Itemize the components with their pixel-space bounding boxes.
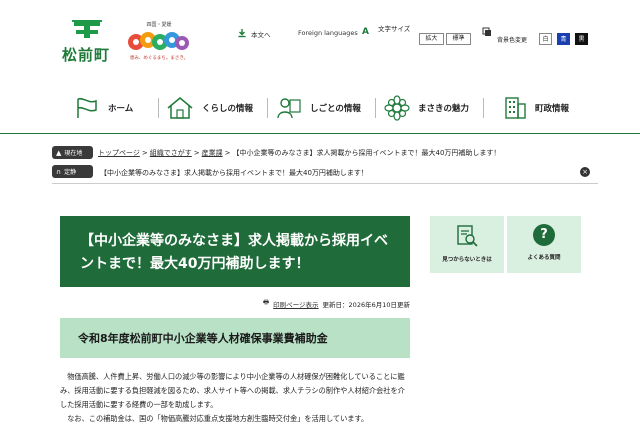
download-arrow-icon bbox=[238, 29, 246, 38]
flower-icon bbox=[384, 95, 410, 121]
building-icon bbox=[505, 97, 526, 119]
breadcrumb: トップページ > 組織でさがす > 産業課 > 【中小企業等のみなさま】求人掲載から採用イベ… bbox=[98, 149, 501, 157]
pin-icon: ∩ bbox=[56, 167, 62, 176]
paragraph: なお、この補助金は、国の「物価高騰対応重点支援地方創生臨時交付金」を活用していま… bbox=[67, 414, 369, 423]
breadcrumb-industry[interactable]: 産業課 bbox=[202, 149, 223, 157]
skip-to-content-link[interactable]: 本文へ bbox=[251, 29, 271, 39]
breadcrumb-divider bbox=[52, 183, 598, 184]
nav-divider bbox=[483, 98, 484, 118]
nav-underline bbox=[0, 133, 640, 134]
fixed-breadcrumb-text: 【中小企業等のみなさま】求人掲載から採用イベントまで！最大40万円補助します！ bbox=[100, 169, 368, 177]
article-meta: 🖶 印刷ページ表示 更新日：2026年6月10日更新 bbox=[250, 298, 410, 309]
bg-white-button[interactable]: 白 bbox=[539, 33, 552, 45]
text-size-standard-button[interactable]: 標準 bbox=[446, 33, 471, 45]
nav-living-label: くらしの情報 bbox=[202, 104, 254, 114]
bg-black-button[interactable]: 黒 bbox=[575, 33, 588, 45]
town-logo-icon[interactable] bbox=[70, 18, 104, 40]
background-color-label: 背景色変更 bbox=[497, 37, 528, 44]
town-name[interactable]: 松前町 bbox=[62, 44, 110, 65]
not-found-label: 見つからないときは bbox=[442, 257, 492, 263]
nav-government-label: 町政情報 bbox=[535, 104, 570, 114]
flag-icon bbox=[77, 97, 97, 118]
nav-divider bbox=[158, 98, 159, 118]
worker-icon bbox=[277, 98, 301, 119]
printer-icon: 🖶 bbox=[263, 298, 270, 306]
faq-card[interactable]: ? よくある質問 bbox=[507, 216, 581, 273]
close-icon[interactable]: × bbox=[580, 167, 590, 177]
faq-label: よくある質問 bbox=[527, 255, 561, 261]
page-title: 【中小企業等のみなさま】求人掲載から採用イベントまで！最大40万円補助します！ bbox=[60, 216, 410, 287]
nav-charm[interactable]: まさきの魅力 bbox=[384, 93, 469, 123]
mascot-caption-bottom: 恵み、めぐるまち。まさき。 bbox=[129, 56, 189, 61]
text-size-label: 文字サイズ bbox=[378, 25, 411, 33]
document-search-icon bbox=[457, 225, 478, 247]
fixed-tag: ∩ 定静 bbox=[52, 165, 93, 178]
text-size-large-button[interactable]: 拡大 bbox=[419, 33, 444, 45]
current-location-label: 現在地 bbox=[64, 150, 83, 157]
nav-home[interactable]: ホーム bbox=[74, 93, 133, 123]
nav-home-label: ホーム bbox=[108, 104, 134, 114]
foreign-languages-link[interactable]: Foreign languages bbox=[298, 29, 358, 37]
nav-charm-label: まさきの魅力 bbox=[418, 104, 470, 114]
location-icon: ▲ bbox=[56, 148, 62, 157]
nav-living[interactable]: くらしの情報 bbox=[166, 93, 253, 123]
print-page-link[interactable]: 印刷ページ表示 bbox=[273, 299, 318, 309]
nav-divider bbox=[375, 98, 376, 118]
nav-government[interactable]: 町政情報 bbox=[503, 93, 569, 123]
not-found-card[interactable]: 見つからないときは bbox=[430, 216, 504, 273]
updated-date: 更新日：2026年6月10日更新 bbox=[322, 300, 410, 309]
nav-work[interactable]: しごとの情報 bbox=[276, 93, 361, 123]
question-icon: ? bbox=[533, 224, 555, 246]
article-body: 物価高騰、人件費上昇、労働人口の減少等の影響により中小企業等の人材確保が困難化し… bbox=[60, 370, 412, 426]
text-size-icon: A bbox=[362, 27, 369, 37]
current-location-tag: ▲ 現在地 bbox=[52, 146, 93, 159]
fixed-tag-label: 定静 bbox=[64, 169, 77, 176]
nav-work-label: しごとの情報 bbox=[310, 104, 361, 114]
background-color-icon bbox=[482, 27, 491, 36]
nav-divider bbox=[267, 98, 268, 118]
paragraph: 物価高騰、人件費上昇、労働人口の減少等の影響により中小企業等の人材確保が困難化し… bbox=[60, 372, 405, 409]
house-icon bbox=[167, 97, 193, 119]
breadcrumb-current: 【中小企業等のみなさま】求人掲載から採用イベントまで！最大40万円補助します！ bbox=[232, 149, 501, 157]
bg-blue-button[interactable]: 青 bbox=[557, 33, 570, 45]
breadcrumb-top[interactable]: トップページ bbox=[98, 149, 140, 157]
section-heading: 令和8年度松前町中小企業等人材確保事業費補助金 bbox=[60, 318, 410, 358]
breadcrumb-org[interactable]: 組織でさがす bbox=[150, 149, 192, 157]
